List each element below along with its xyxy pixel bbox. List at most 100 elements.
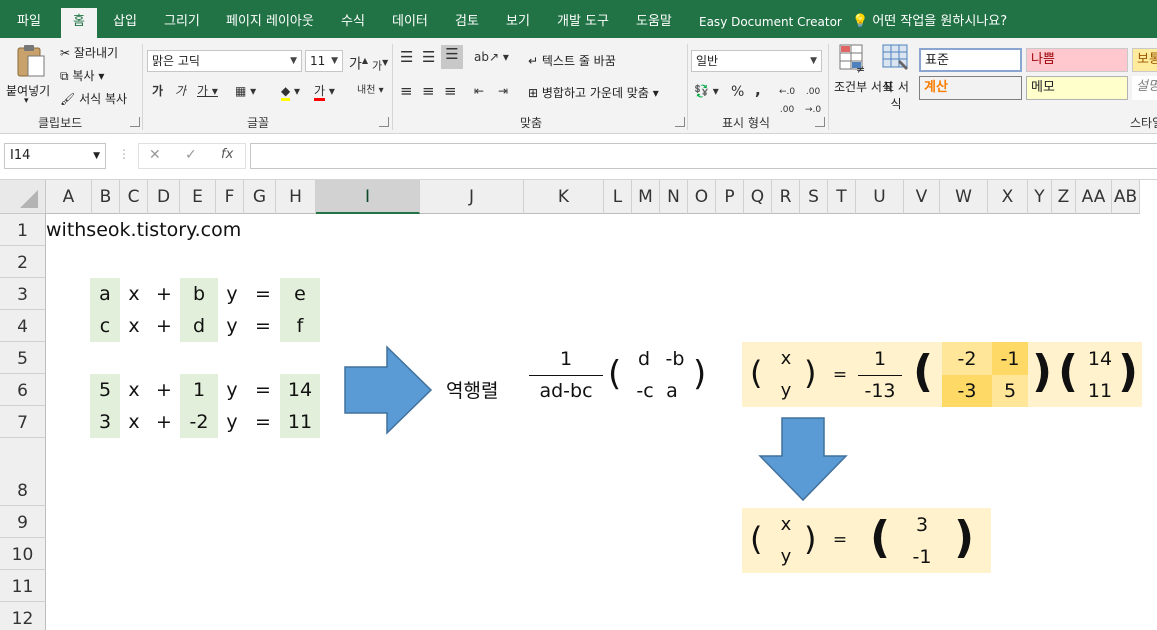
column-header-s[interactable]: S [800,180,828,214]
number-format-select[interactable]: 일반 ▼ [691,50,822,72]
eq3-cell[interactable]: = [246,374,280,406]
eq2-cell[interactable]: x [120,310,148,342]
eq4-cell[interactable]: + [148,406,180,438]
column-header-w[interactable]: W [940,180,988,214]
column-header-f[interactable]: F [216,180,244,214]
cut-button[interactable]: ✂ 잘라내기 [60,44,118,61]
column-header-r[interactable]: R [772,180,800,214]
column-header-c[interactable]: C [120,180,148,214]
eq2-cell[interactable]: y [218,310,246,342]
conditional-formatting-button[interactable]: ≠ 조건부 서식 [834,44,893,112]
formula-input[interactable] [250,143,1157,169]
column-header-n[interactable]: N [660,180,688,214]
column-header-q[interactable]: Q [744,180,772,214]
eq1-cell[interactable]: y [218,278,246,310]
style-explanatory[interactable]: 설명 [1132,76,1157,100]
calc-denominator[interactable]: -13 [858,380,902,402]
row-header-1[interactable]: 1 [0,214,46,246]
row-header-9[interactable]: 9 [0,506,46,538]
row-header-12[interactable]: 12 [0,602,46,630]
eq3-cell[interactable]: + [148,374,180,406]
eq4-cell[interactable]: 11 [280,406,320,438]
phonetic-button[interactable]: 내천 ▾ [357,82,384,100]
calc-numerator[interactable]: 1 [858,348,902,370]
orientation-icon[interactable]: ab↗ ▾ [474,48,509,66]
chevron-down-icon[interactable]: ▼ [93,144,100,168]
column-header-a[interactable]: A [46,180,92,214]
column-header-aa[interactable]: AA [1076,180,1112,214]
result-equals[interactable]: = [832,530,848,550]
calc-v2[interactable]: 11 [1082,380,1118,402]
calc-x[interactable]: x [776,348,796,369]
cell-a1[interactable]: withseok.tistory.com [46,219,241,241]
row-header-8[interactable]: 8 [0,438,46,506]
eq3-cell[interactable]: 1 [180,374,218,406]
formula-m22[interactable]: a [660,380,684,402]
style-calculation[interactable]: 계산 [919,76,1022,100]
decrease-decimal-icon[interactable]: .00 →.0 [805,83,821,119]
italic-button[interactable]: 가 [175,82,186,100]
align-left-icon[interactable]: ≡ [400,82,413,100]
paste-dropdown-icon[interactable]: ▾ [24,96,29,106]
eq3-cell[interactable]: y [218,374,246,406]
underline-button[interactable]: 가 ▾ [197,82,218,100]
align-bottom-icon[interactable]: ☰ [441,45,463,69]
tab-formulas[interactable]: 수식 [341,0,365,38]
increase-indent-icon[interactable]: ⇥ [498,82,508,100]
align-top-icon[interactable]: ☰ [400,48,413,66]
decrease-indent-icon[interactable]: ⇤ [474,82,484,100]
eq4-cell[interactable]: 3 [90,406,120,438]
tab-page-layout[interactable]: 페이지 레이아웃 [226,0,314,38]
row-header-5[interactable]: 5 [0,342,46,374]
column-header-u[interactable]: U [856,180,904,214]
column-header-ab[interactable]: AB [1112,180,1140,214]
insert-function-icon[interactable]: fx [221,147,233,162]
clipboard-launcher[interactable] [130,117,140,127]
wrap-text-button[interactable]: ↵ 텍스트 줄 바꿈 [528,52,616,69]
formula-numerator[interactable]: 1 [528,348,604,370]
column-header-b[interactable]: B [92,180,120,214]
eq3-cell[interactable]: 5 [90,374,120,406]
eq4-cell[interactable]: = [246,406,280,438]
font-launcher[interactable] [379,117,389,127]
tab-developer[interactable]: 개발 도구 [557,0,609,38]
borders-button[interactable]: ▦ ▾ [235,82,256,100]
shrink-font-button[interactable]: 가▼ [372,54,388,76]
copy-button[interactable]: ⧉ 복사 ▾ [60,67,104,84]
tab-data[interactable]: 데이터 [392,0,428,38]
formula-m21[interactable]: -c [630,380,660,402]
calc-equals[interactable]: = [832,365,848,385]
merge-center-button[interactable]: ⊞ 병합하고 가운데 맞춤 ▾ [528,84,659,101]
tab-draw[interactable]: 그리기 [164,0,200,38]
column-header-o[interactable]: O [688,180,716,214]
formula-m12[interactable]: -b [660,348,690,370]
style-bad[interactable]: 나쁨 [1026,48,1128,72]
column-header-v[interactable]: V [904,180,940,214]
column-header-j[interactable]: J [420,180,524,214]
result-y[interactable]: y [776,546,796,567]
formula-m11[interactable]: d [632,348,656,370]
cancel-icon[interactable]: ✕ [149,147,161,163]
calc-m21[interactable]: -3 [942,380,992,402]
format-painter-button[interactable]: 🖌 서식 복사 [60,90,127,107]
column-header-d[interactable]: D [148,180,180,214]
column-header-k[interactable]: K [524,180,604,214]
result-r1[interactable]: 3 [904,514,940,536]
style-normal[interactable]: 표준 [919,48,1022,72]
row-header-4[interactable]: 4 [0,310,46,342]
tab-review[interactable]: 검토 [455,0,479,38]
calc-m22[interactable]: 5 [992,380,1028,402]
eq2-cell[interactable]: c [90,310,120,342]
tab-view[interactable]: 보기 [506,0,530,38]
eq1-cell[interactable]: = [246,278,280,310]
font-size-select[interactable]: 11 ▼ [305,50,343,72]
row-header-10[interactable]: 10 [0,538,46,570]
eq4-cell[interactable]: y [218,406,246,438]
row-header-11[interactable]: 11 [0,570,46,602]
result-x[interactable]: x [776,514,796,535]
style-note[interactable]: 메모 [1026,76,1128,100]
column-header-m[interactable]: M [632,180,660,214]
style-neutral[interactable]: 보통 [1132,48,1157,72]
accounting-format-icon[interactable]: 💱 ▾ [694,82,719,100]
row-header-3[interactable]: 3 [0,278,46,310]
